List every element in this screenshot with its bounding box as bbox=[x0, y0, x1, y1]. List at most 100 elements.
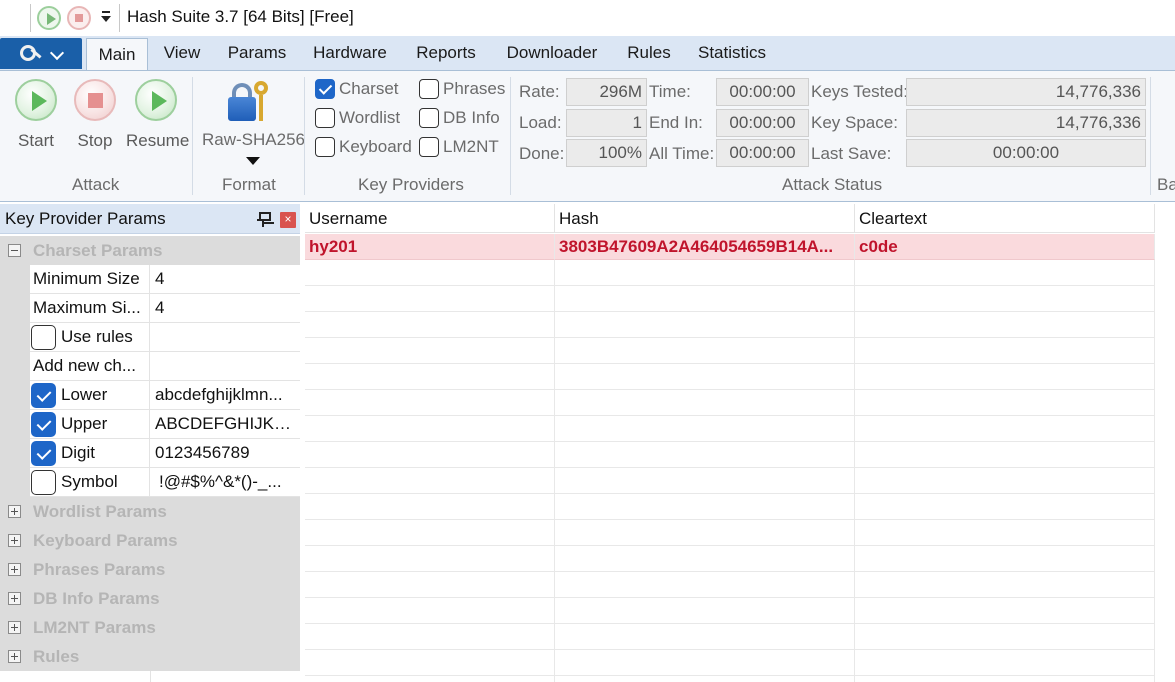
charset-params-section[interactable]: Charset Params bbox=[0, 236, 300, 265]
end-in-value: 00:00:00 bbox=[716, 109, 809, 137]
tab-downloader[interactable]: Downloader bbox=[494, 36, 610, 70]
empty-cell bbox=[555, 598, 855, 624]
window-title: Hash Suite 3.7 [64 Bits] [Free] bbox=[127, 7, 354, 26]
empty-cell bbox=[855, 520, 1155, 546]
symbol-checkbox[interactable]: Symbol bbox=[30, 468, 150, 497]
expand-icon[interactable] bbox=[8, 592, 21, 605]
phrases-params-section[interactable]: Phrases Params bbox=[0, 555, 300, 584]
upper-checkbox[interactable]: Upper bbox=[30, 410, 150, 439]
format-lock-icon[interactable] bbox=[224, 79, 274, 125]
stop-button[interactable]: Stop bbox=[65, 79, 125, 151]
empty-cell bbox=[555, 338, 855, 364]
quick-start-icon[interactable] bbox=[37, 6, 61, 30]
format-dropdown[interactable]: Raw-SHA256 bbox=[202, 130, 305, 150]
tab-hardware[interactable]: Hardware bbox=[302, 36, 398, 70]
empty-cell bbox=[855, 442, 1155, 468]
column-header-hash[interactable]: Hash bbox=[555, 204, 855, 233]
key-space-label: Key Space: bbox=[811, 113, 898, 132]
empty-cell bbox=[305, 416, 555, 442]
property-row: Maximum Si... 4 bbox=[0, 294, 300, 323]
expand-icon[interactable] bbox=[8, 621, 21, 634]
group-separator bbox=[192, 77, 193, 195]
empty-cell bbox=[305, 312, 555, 338]
empty-row bbox=[305, 390, 1155, 416]
empty-cell bbox=[855, 260, 1155, 286]
resume-button[interactable]: Resume bbox=[126, 79, 189, 151]
maximum-size-field[interactable]: 4 bbox=[150, 294, 300, 323]
empty-row bbox=[305, 676, 1155, 682]
group-separator bbox=[510, 77, 511, 195]
ribbon-tab-bar: Main View Params Hardware Reports Downlo… bbox=[0, 36, 1175, 71]
lm2nt-params-section[interactable]: LM2NT Params bbox=[0, 613, 300, 642]
upper-charset-field[interactable]: ABCDEFGHIJKL... bbox=[150, 410, 300, 439]
application-menu-button[interactable] bbox=[0, 38, 82, 69]
symbol-charset-field[interactable]: !@#$%^&*()-_... bbox=[150, 468, 300, 497]
empty-row bbox=[305, 416, 1155, 442]
expand-icon[interactable] bbox=[8, 534, 21, 547]
tab-rules[interactable]: Rules bbox=[616, 36, 682, 70]
tab-params[interactable]: Params bbox=[218, 36, 296, 70]
username-cell: hy201 bbox=[309, 237, 358, 256]
close-icon[interactable]: × bbox=[280, 212, 296, 228]
property-name: Add new ch... bbox=[33, 356, 137, 375]
empty-row bbox=[305, 546, 1155, 572]
quick-stop-icon[interactable] bbox=[67, 6, 91, 30]
all-time-value: 00:00:00 bbox=[716, 139, 809, 167]
empty-cell bbox=[305, 286, 555, 312]
group-separator bbox=[1150, 77, 1151, 195]
dbinfo-params-section[interactable]: DB Info Params bbox=[0, 584, 300, 613]
empty-row bbox=[305, 338, 1155, 364]
checkbox-checked-icon bbox=[31, 412, 56, 437]
empty-cell bbox=[305, 598, 555, 624]
column-header-username[interactable]: Username bbox=[305, 204, 555, 233]
keyboard-params-section[interactable]: Keyboard Params bbox=[0, 526, 300, 555]
add-new-charset-field[interactable] bbox=[150, 352, 300, 381]
cleartext-cell: c0de bbox=[859, 237, 898, 256]
empty-cell bbox=[305, 494, 555, 520]
empty-row bbox=[305, 650, 1155, 676]
start-button[interactable]: Start bbox=[6, 79, 66, 151]
tab-view[interactable]: View bbox=[152, 36, 212, 70]
done-label: Done: bbox=[519, 144, 565, 163]
tab-statistics[interactable]: Statistics bbox=[688, 36, 776, 70]
table-row[interactable]: hy201 3803B47609A2A464054659B14A... c0de bbox=[305, 234, 1155, 260]
expand-icon[interactable] bbox=[8, 650, 21, 663]
empty-row bbox=[305, 624, 1155, 650]
empty-cell bbox=[305, 364, 555, 390]
digit-charset-field[interactable]: 0123456789 bbox=[150, 439, 300, 468]
empty-cell bbox=[855, 624, 1155, 650]
checkbox-checked-icon bbox=[31, 441, 56, 466]
last-save-label: Last Save: bbox=[811, 144, 892, 163]
empty-row bbox=[305, 572, 1155, 598]
empty-cell bbox=[855, 572, 1155, 598]
column-header-cleartext[interactable]: Cleartext bbox=[855, 204, 1155, 233]
keys-tested-value: 14,776,336 bbox=[906, 78, 1146, 106]
tab-reports[interactable]: Reports bbox=[404, 36, 488, 70]
expand-icon[interactable] bbox=[8, 505, 21, 518]
stop-label: Stop bbox=[77, 131, 113, 150]
empty-row bbox=[305, 364, 1155, 390]
empty-cell bbox=[855, 598, 1155, 624]
empty-cell bbox=[555, 624, 855, 650]
quick-access-separator bbox=[119, 4, 120, 32]
keys-tested-label: Keys Tested: bbox=[811, 82, 909, 101]
empty-cell bbox=[555, 520, 855, 546]
play-icon bbox=[15, 79, 57, 121]
digit-checkbox[interactable]: Digit bbox=[30, 439, 150, 468]
tab-main[interactable]: Main bbox=[86, 38, 148, 71]
minimum-size-field[interactable]: 4 bbox=[150, 265, 300, 294]
property-row: Digit 0123456789 bbox=[0, 439, 300, 468]
expand-icon[interactable] bbox=[8, 563, 21, 576]
caret-down-icon[interactable] bbox=[246, 157, 260, 165]
attack-group-label: Attack bbox=[72, 175, 120, 194]
collapse-icon[interactable] bbox=[8, 244, 21, 257]
lower-charset-field[interactable]: abcdefghijklmn... bbox=[150, 381, 300, 410]
use-rules-checkbox[interactable]: Use rules bbox=[30, 323, 150, 352]
empty-cell bbox=[305, 624, 555, 650]
customize-quick-access-icon[interactable] bbox=[100, 9, 112, 29]
load-value: 1 bbox=[566, 109, 647, 137]
lower-checkbox[interactable]: Lower bbox=[30, 381, 150, 410]
rules-section[interactable]: Rules bbox=[0, 642, 300, 671]
rate-value: 296M bbox=[566, 78, 647, 106]
wordlist-params-section[interactable]: Wordlist Params bbox=[0, 497, 300, 526]
